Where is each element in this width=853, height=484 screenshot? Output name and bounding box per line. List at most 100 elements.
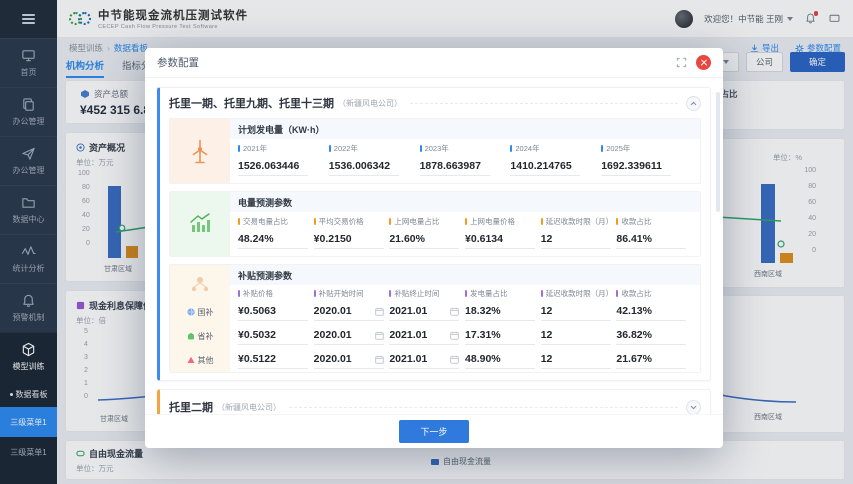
power-field: 上网电量价格 ¥0.6134	[465, 216, 541, 249]
plan-field: 2022年 1536.006342	[329, 143, 420, 176]
collapse-button[interactable]	[686, 96, 701, 111]
power-field: 交易电量占比 48.24%	[238, 216, 314, 249]
calendar-icon	[375, 307, 384, 316]
plan-generation-block: 计划发电量（KW·h） 2021年 1526.063446 2022年 1536…	[169, 118, 701, 184]
subsidy-block-title: 补贴预测参数	[230, 265, 700, 285]
plan-field-input[interactable]: 1536.006342	[329, 156, 399, 176]
project-group-2: 托里二期 （新疆风电公司）	[157, 389, 711, 414]
chevron-up-icon	[689, 99, 698, 108]
subsidy-cell-input[interactable]: 18.32%	[465, 301, 535, 321]
subsidy-icon-col: 国补 省补 其他	[170, 265, 230, 372]
power-field-input[interactable]: 12	[541, 229, 611, 249]
power-field: 平均交易价格 ¥0.2150	[314, 216, 390, 249]
param-config-modal: 参数配置 托里一期、托里九期、托里十三期 （新疆风电公司）	[145, 48, 723, 448]
field-label: 收款占比	[621, 216, 651, 227]
subsidy-forecast-block: 国补 省补 其他 补贴预测参数 补贴价格 补贴开始时间	[169, 264, 701, 373]
power-field: 上网电量占比 21.60%	[389, 216, 465, 249]
subsidy-row-label-provincial: 省补	[187, 324, 214, 348]
plan-field-input[interactable]: 1878.663987	[420, 156, 490, 176]
subsidy-cell-input[interactable]: 42.13%	[616, 301, 686, 321]
plan-field: 2024年 1410.214765	[510, 143, 601, 176]
field-label: 平均交易价格	[319, 216, 364, 227]
power-icon-col	[170, 192, 230, 256]
subsidy-row-provincial: ¥0.5032 2020.01 2021.01 17.31% 12 36.82%	[230, 323, 700, 347]
modal-footer: 下一步	[145, 414, 723, 448]
field-label: 2021年	[243, 143, 267, 154]
calendar-icon	[450, 355, 459, 364]
subsidy-date-input[interactable]: 2020.01	[314, 349, 384, 369]
next-step-button[interactable]: 下一步	[399, 420, 468, 443]
project-group-1: 托里一期、托里九期、托里十三期 （新疆风电公司） 计划发电量（KW·h）	[157, 87, 711, 381]
field-label: 上网电量价格	[470, 216, 515, 227]
field-label: 上网电量占比	[394, 216, 439, 227]
subsidy-date-input[interactable]: 2021.01	[389, 349, 459, 369]
power-field-input[interactable]: 21.60%	[389, 229, 459, 249]
calendar-icon	[450, 307, 459, 316]
column-label: 发电量占比	[470, 288, 508, 299]
subsidy-cell-input[interactable]: 36.82%	[616, 325, 686, 345]
modal-title: 参数配置	[157, 55, 199, 70]
other-subsidy-icon	[187, 356, 195, 364]
power-field: 延迟收款时限（月） 12	[541, 216, 617, 249]
national-subsidy-icon	[187, 308, 195, 316]
calendar-icon	[375, 331, 384, 340]
plan-field: 2021年 1526.063446	[238, 143, 329, 176]
network-icon	[189, 274, 211, 296]
subsidy-column-headers: 补贴价格 补贴开始时间 补贴终止时间 发电量占比 延迟收款时限（月） 收款占比	[230, 285, 700, 299]
plan-field-input[interactable]: 1526.063446	[238, 156, 308, 176]
subsidy-row-national: ¥0.5063 2020.01 2021.01 18.32% 12 42.13%	[230, 299, 700, 323]
power-field-input[interactable]: ¥0.2150	[314, 229, 384, 249]
plan-field-input[interactable]: 1410.214765	[510, 156, 580, 176]
subsidy-date-input[interactable]: 2021.01	[389, 301, 459, 321]
subsidy-cell-input[interactable]: 12	[541, 301, 611, 321]
field-label: 2025年	[606, 143, 630, 154]
subsidy-row-label-national: 国补	[187, 300, 214, 324]
calendar-icon	[375, 355, 384, 364]
calendar-icon	[450, 331, 459, 340]
column-label: 延迟收款时限（月）	[546, 288, 614, 299]
modal-scrollbar[interactable]	[716, 92, 720, 212]
subsidy-cell-input[interactable]: ¥0.5122	[238, 349, 308, 369]
column-label: 收款占比	[621, 288, 651, 299]
plan-icon-col	[170, 119, 230, 183]
plan-field: 2025年 1692.339611	[601, 143, 692, 176]
subsidy-cell-input[interactable]: 17.31%	[465, 325, 535, 345]
subsidy-cell-input[interactable]: 12	[541, 325, 611, 345]
expand-button[interactable]	[686, 400, 701, 415]
subsidy-date-input[interactable]: 2020.01	[314, 301, 384, 321]
field-label: 延迟收款时限（月）	[546, 216, 614, 227]
power-field-input[interactable]: ¥0.6134	[465, 229, 535, 249]
dashed-divider	[410, 103, 678, 104]
close-icon[interactable]	[696, 55, 711, 70]
power-field: 收款占比 86.41%	[616, 216, 692, 249]
field-label: 2024年	[515, 143, 539, 154]
subsidy-date-input[interactable]: 2021.01	[389, 325, 459, 345]
subsidy-row-label-other: 其他	[187, 348, 214, 372]
subsidy-cell-input[interactable]: 12	[541, 349, 611, 369]
plan-block-title: 计划发电量（KW·h）	[230, 119, 700, 139]
field-label: 2022年	[334, 143, 358, 154]
column-label: 补贴开始时间	[319, 288, 364, 299]
fullscreen-icon[interactable]	[676, 57, 687, 68]
subsidy-date-input[interactable]: 2020.01	[314, 325, 384, 345]
bar-chart-growth-icon	[187, 211, 213, 237]
subsidy-row-other: ¥0.5122 2020.01 2021.01 48.90% 12 21.67%	[230, 347, 700, 371]
column-label: 补贴价格	[243, 288, 273, 299]
group-company: （新疆风电公司）	[217, 402, 281, 413]
dashed-divider	[289, 407, 678, 408]
subsidy-cell-input[interactable]: 21.67%	[616, 349, 686, 369]
power-field-input[interactable]: 48.24%	[238, 229, 308, 249]
subsidy-cell-input[interactable]: ¥0.5032	[238, 325, 308, 345]
modal-header: 参数配置	[145, 48, 723, 78]
group-title: 托里一期、托里九期、托里十三期	[169, 95, 334, 111]
plan-field: 2023年 1878.663987	[420, 143, 511, 176]
group-title: 托里二期	[169, 399, 213, 414]
field-label: 交易电量占比	[243, 216, 288, 227]
chevron-down-icon	[689, 403, 698, 412]
subsidy-cell-input[interactable]: 48.90%	[465, 349, 535, 369]
provincial-subsidy-icon	[187, 332, 195, 340]
plan-field-input[interactable]: 1692.339611	[601, 156, 671, 176]
column-label: 补贴终止时间	[394, 288, 439, 299]
subsidy-cell-input[interactable]: ¥0.5063	[238, 301, 308, 321]
power-field-input[interactable]: 86.41%	[616, 229, 686, 249]
